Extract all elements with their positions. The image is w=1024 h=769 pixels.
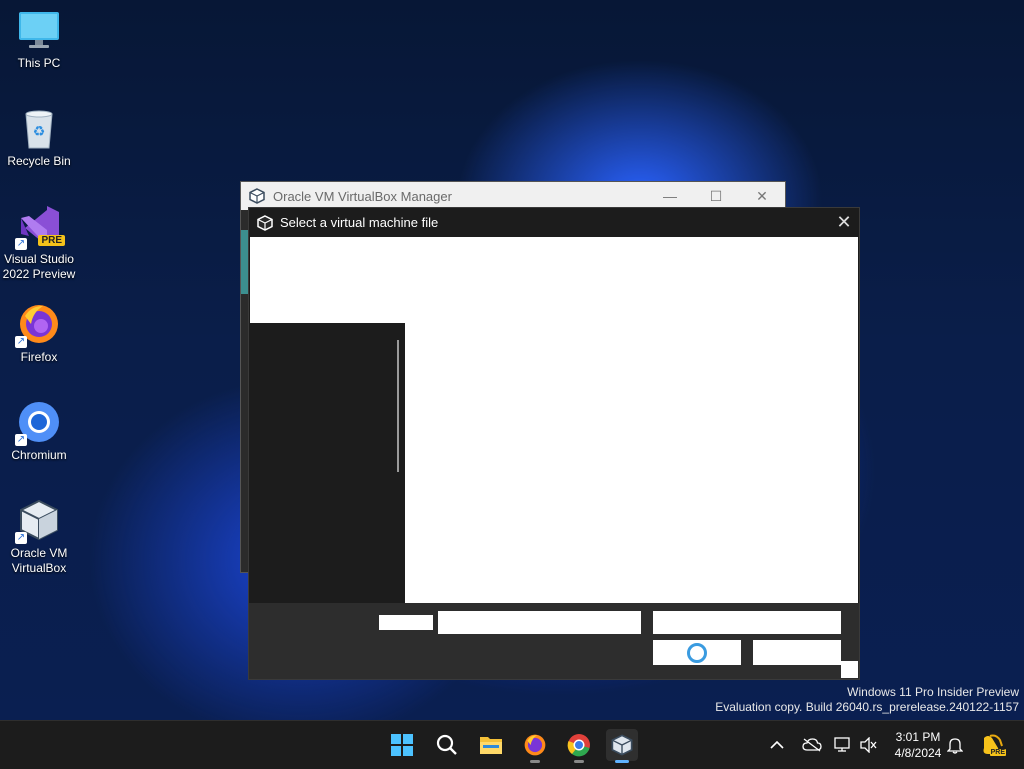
file-name-label: [379, 615, 433, 630]
minimize-button[interactable]: —: [647, 188, 693, 204]
desktop-icon-chromium[interactable]: ↗ Chromium: [2, 392, 76, 463]
search-icon: [436, 734, 457, 755]
select-vm-file-dialog: Select a virtual machine file ✕: [248, 207, 860, 680]
clock-date: 4/8/2024: [894, 746, 942, 760]
bell-icon: [947, 738, 963, 754]
loading-spinner-icon: [687, 642, 707, 663]
chromium-icon: ↗: [15, 400, 61, 446]
file-explorer-icon: [480, 737, 502, 754]
visual-studio-icon: PRE ↗: [15, 204, 65, 250]
clock-time: 3:01 PM: [895, 730, 941, 744]
desktop-icon-virtualbox[interactable]: ↗ Oracle VM VirtualBox: [2, 490, 76, 576]
file-list-area[interactable]: [405, 323, 858, 603]
close-button[interactable]: ✕: [739, 188, 785, 205]
virtualbox-icon: ↗: [15, 498, 61, 544]
network-status[interactable]: [833, 721, 855, 769]
window-title: Oracle VM VirtualBox Manager: [273, 188, 452, 204]
evaluation-watermark: Windows 11 Pro Insider Preview Evaluatio…: [715, 685, 1019, 715]
close-button[interactable]: ✕: [829, 212, 859, 233]
virtualbox-icon: [257, 214, 273, 231]
shortcut-arrow-icon: ↗: [15, 336, 27, 348]
firefox-icon: [524, 734, 546, 756]
address-toolbar-area: [250, 237, 858, 323]
file-name-input[interactable]: [438, 611, 641, 634]
resize-grip[interactable]: [841, 661, 858, 678]
virtualbox-icon: [611, 734, 633, 756]
desktop-icon-label: Oracle VM VirtualBox: [10, 546, 68, 575]
chrome-icon: [567, 734, 590, 757]
active-indicator: [615, 760, 629, 763]
taskbar-chrome[interactable]: [563, 729, 595, 763]
desktop-icon-firefox[interactable]: ↗ Firefox: [2, 294, 76, 365]
chevron-up-icon: [770, 740, 784, 749]
file-type-select[interactable]: [653, 611, 841, 634]
dialog-titlebar[interactable]: Select a virtual machine file ✕: [249, 208, 859, 237]
window-titlebar[interactable]: Oracle VM VirtualBox Manager — ☐ ✕: [241, 182, 785, 210]
running-indicator: [574, 760, 584, 763]
pre-badge: PRE: [989, 749, 1006, 756]
desktop-icon-label: Chromium: [11, 448, 67, 462]
network-icon: [834, 737, 850, 752]
show-hidden-icons-button[interactable]: [770, 721, 790, 769]
desktop-icon-this-pc[interactable]: This PC: [2, 0, 76, 71]
windows-start-icon: [391, 734, 413, 756]
dialog-footer: [249, 603, 859, 679]
monitor-icon: [17, 8, 61, 52]
desktop-icon-label: Visual Studio 2022 Preview: [2, 252, 76, 281]
pre-badge: PRE: [38, 235, 65, 246]
running-indicator: [530, 760, 540, 763]
recycle-bin-icon: ♻: [17, 106, 61, 150]
cancel-button[interactable]: [753, 640, 841, 665]
desktop-icon-label: This PC: [17, 56, 61, 70]
navigation-pane[interactable]: [251, 323, 405, 603]
dialog-title: Select a virtual machine file: [280, 215, 439, 230]
cloud-offline-icon: [802, 738, 822, 752]
watermark-line-1: Windows 11 Pro Insider Preview: [847, 685, 1019, 699]
start-button[interactable]: [386, 729, 418, 761]
shortcut-arrow-icon: ↗: [15, 238, 27, 250]
maximize-button[interactable]: ☐: [693, 188, 739, 205]
search-button[interactable]: [431, 729, 463, 761]
desktop-icon-label: Firefox: [20, 350, 58, 364]
copilot-preview-icon: PRE: [980, 734, 1006, 756]
scrollbar[interactable]: [397, 340, 399, 472]
taskbar-firefox[interactable]: [519, 729, 551, 763]
desktop-icon-label: Recycle Bin: [7, 154, 71, 168]
volume-muted-icon: [860, 737, 877, 753]
notifications-button[interactable]: [947, 721, 967, 769]
open-button[interactable]: [653, 640, 741, 665]
shortcut-arrow-icon: ↗: [15, 434, 27, 446]
taskbar-virtualbox[interactable]: [606, 729, 638, 763]
shortcut-arrow-icon: ↗: [15, 532, 27, 544]
system-clock[interactable]: 3:01 PM 4/8/2024: [888, 729, 948, 761]
copilot-preview-button[interactable]: PRE: [980, 721, 1008, 769]
watermark-line-2: Evaluation copy. Build 26040.rs_prerelea…: [715, 700, 1019, 714]
desktop-icon-visual-studio[interactable]: PRE ↗ Visual Studio 2022 Preview: [2, 196, 76, 282]
svg-text:♻: ♻: [33, 123, 46, 139]
taskbar-file-explorer[interactable]: [475, 729, 507, 761]
virtualbox-icon: [249, 188, 265, 204]
taskbar: 3:01 PM 4/8/2024 PRE: [0, 720, 1024, 769]
firefox-icon: ↗: [15, 302, 61, 348]
desktop-icon-recycle-bin[interactable]: ♻ Recycle Bin: [2, 98, 76, 169]
onedrive-status[interactable]: [802, 721, 824, 769]
volume-status[interactable]: [859, 721, 881, 769]
